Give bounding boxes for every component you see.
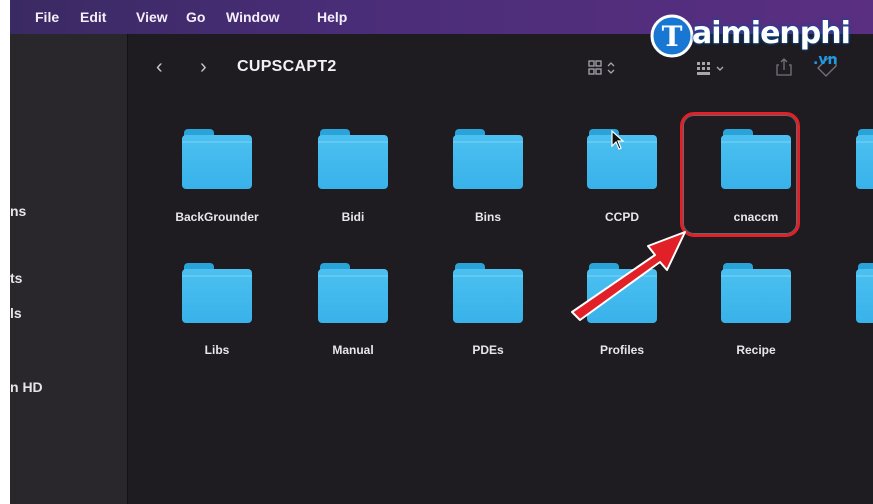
- mouse-cursor-icon: [611, 130, 625, 150]
- logo-badge-icon: T: [650, 14, 694, 58]
- finder-screen: File Edit View Go Window Help ns ts ls n…: [10, 0, 873, 504]
- watermark-logo: T aimienphi .vn: [650, 14, 851, 68]
- logo-tld: .vn: [813, 52, 838, 68]
- logo-initial: T: [662, 20, 683, 53]
- annotation-arrow: [571, 231, 686, 321]
- logo-text: aimienphi: [692, 16, 851, 51]
